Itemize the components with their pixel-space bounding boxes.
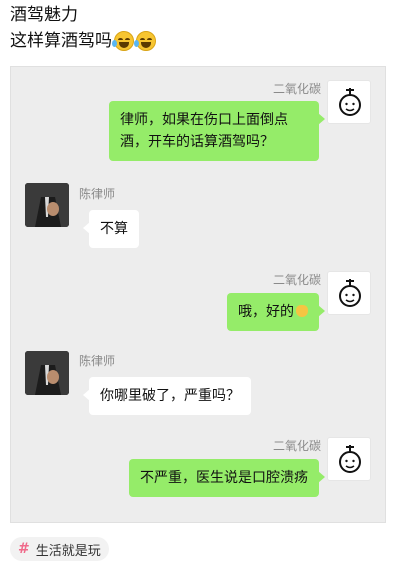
wave-hand-emoji-icon xyxy=(296,305,308,317)
hashtag-icon: # xyxy=(18,541,30,557)
laughing-tears-emoji-icon xyxy=(112,31,134,51)
avatar-lawyer[interactable] xyxy=(25,351,69,395)
stick-figure-icon xyxy=(339,445,361,473)
topic-tag[interactable]: # 生活就是玩 xyxy=(10,537,109,561)
stick-figure-icon xyxy=(339,279,361,307)
post-title: 酒驾魅力 xyxy=(10,5,78,25)
message-bubble-sent[interactable]: 哦，好的 xyxy=(227,293,325,331)
avatar-co2[interactable] xyxy=(327,271,371,315)
message-text: 哦，好的 xyxy=(238,304,294,320)
lawyer-photo-icon xyxy=(25,183,69,227)
sender-name: 陈律师 xyxy=(79,187,116,201)
avatar-co2[interactable] xyxy=(327,80,371,124)
laughing-tears-emoji-icon xyxy=(134,31,156,51)
caption-text: 这样算酒驾吗 xyxy=(10,31,112,51)
avatar-lawyer[interactable] xyxy=(25,183,69,227)
message-bubble-sent[interactable]: 不严重，医生说是口腔溃疡 xyxy=(129,459,325,497)
sender-name: 陈律师 xyxy=(79,354,116,368)
sender-name: 二氧化碳 xyxy=(272,82,321,96)
sender-name: 二氧化碳 xyxy=(272,439,321,453)
stick-figure-icon xyxy=(339,88,361,116)
lawyer-photo-icon xyxy=(25,351,69,395)
message-bubble-received[interactable]: 不算 xyxy=(83,210,139,248)
avatar-co2[interactable] xyxy=(327,437,371,481)
chat-screenshot: 二氧化碳 律师，如果在伤口上面倒点酒，开车的话算酒驾吗？ 陈律师 不算 二氧化碳 xyxy=(10,66,386,523)
message-bubble-received[interactable]: 你哪里破了，严重吗？ xyxy=(83,377,251,415)
message-bubble-sent[interactable]: 律师，如果在伤口上面倒点酒，开车的话算酒驾吗？ xyxy=(109,101,325,161)
post-caption: 这样算酒驾吗 xyxy=(10,30,156,52)
topic-tag-label: 生活就是玩 xyxy=(35,543,101,559)
sender-name: 二氧化碳 xyxy=(272,273,321,287)
